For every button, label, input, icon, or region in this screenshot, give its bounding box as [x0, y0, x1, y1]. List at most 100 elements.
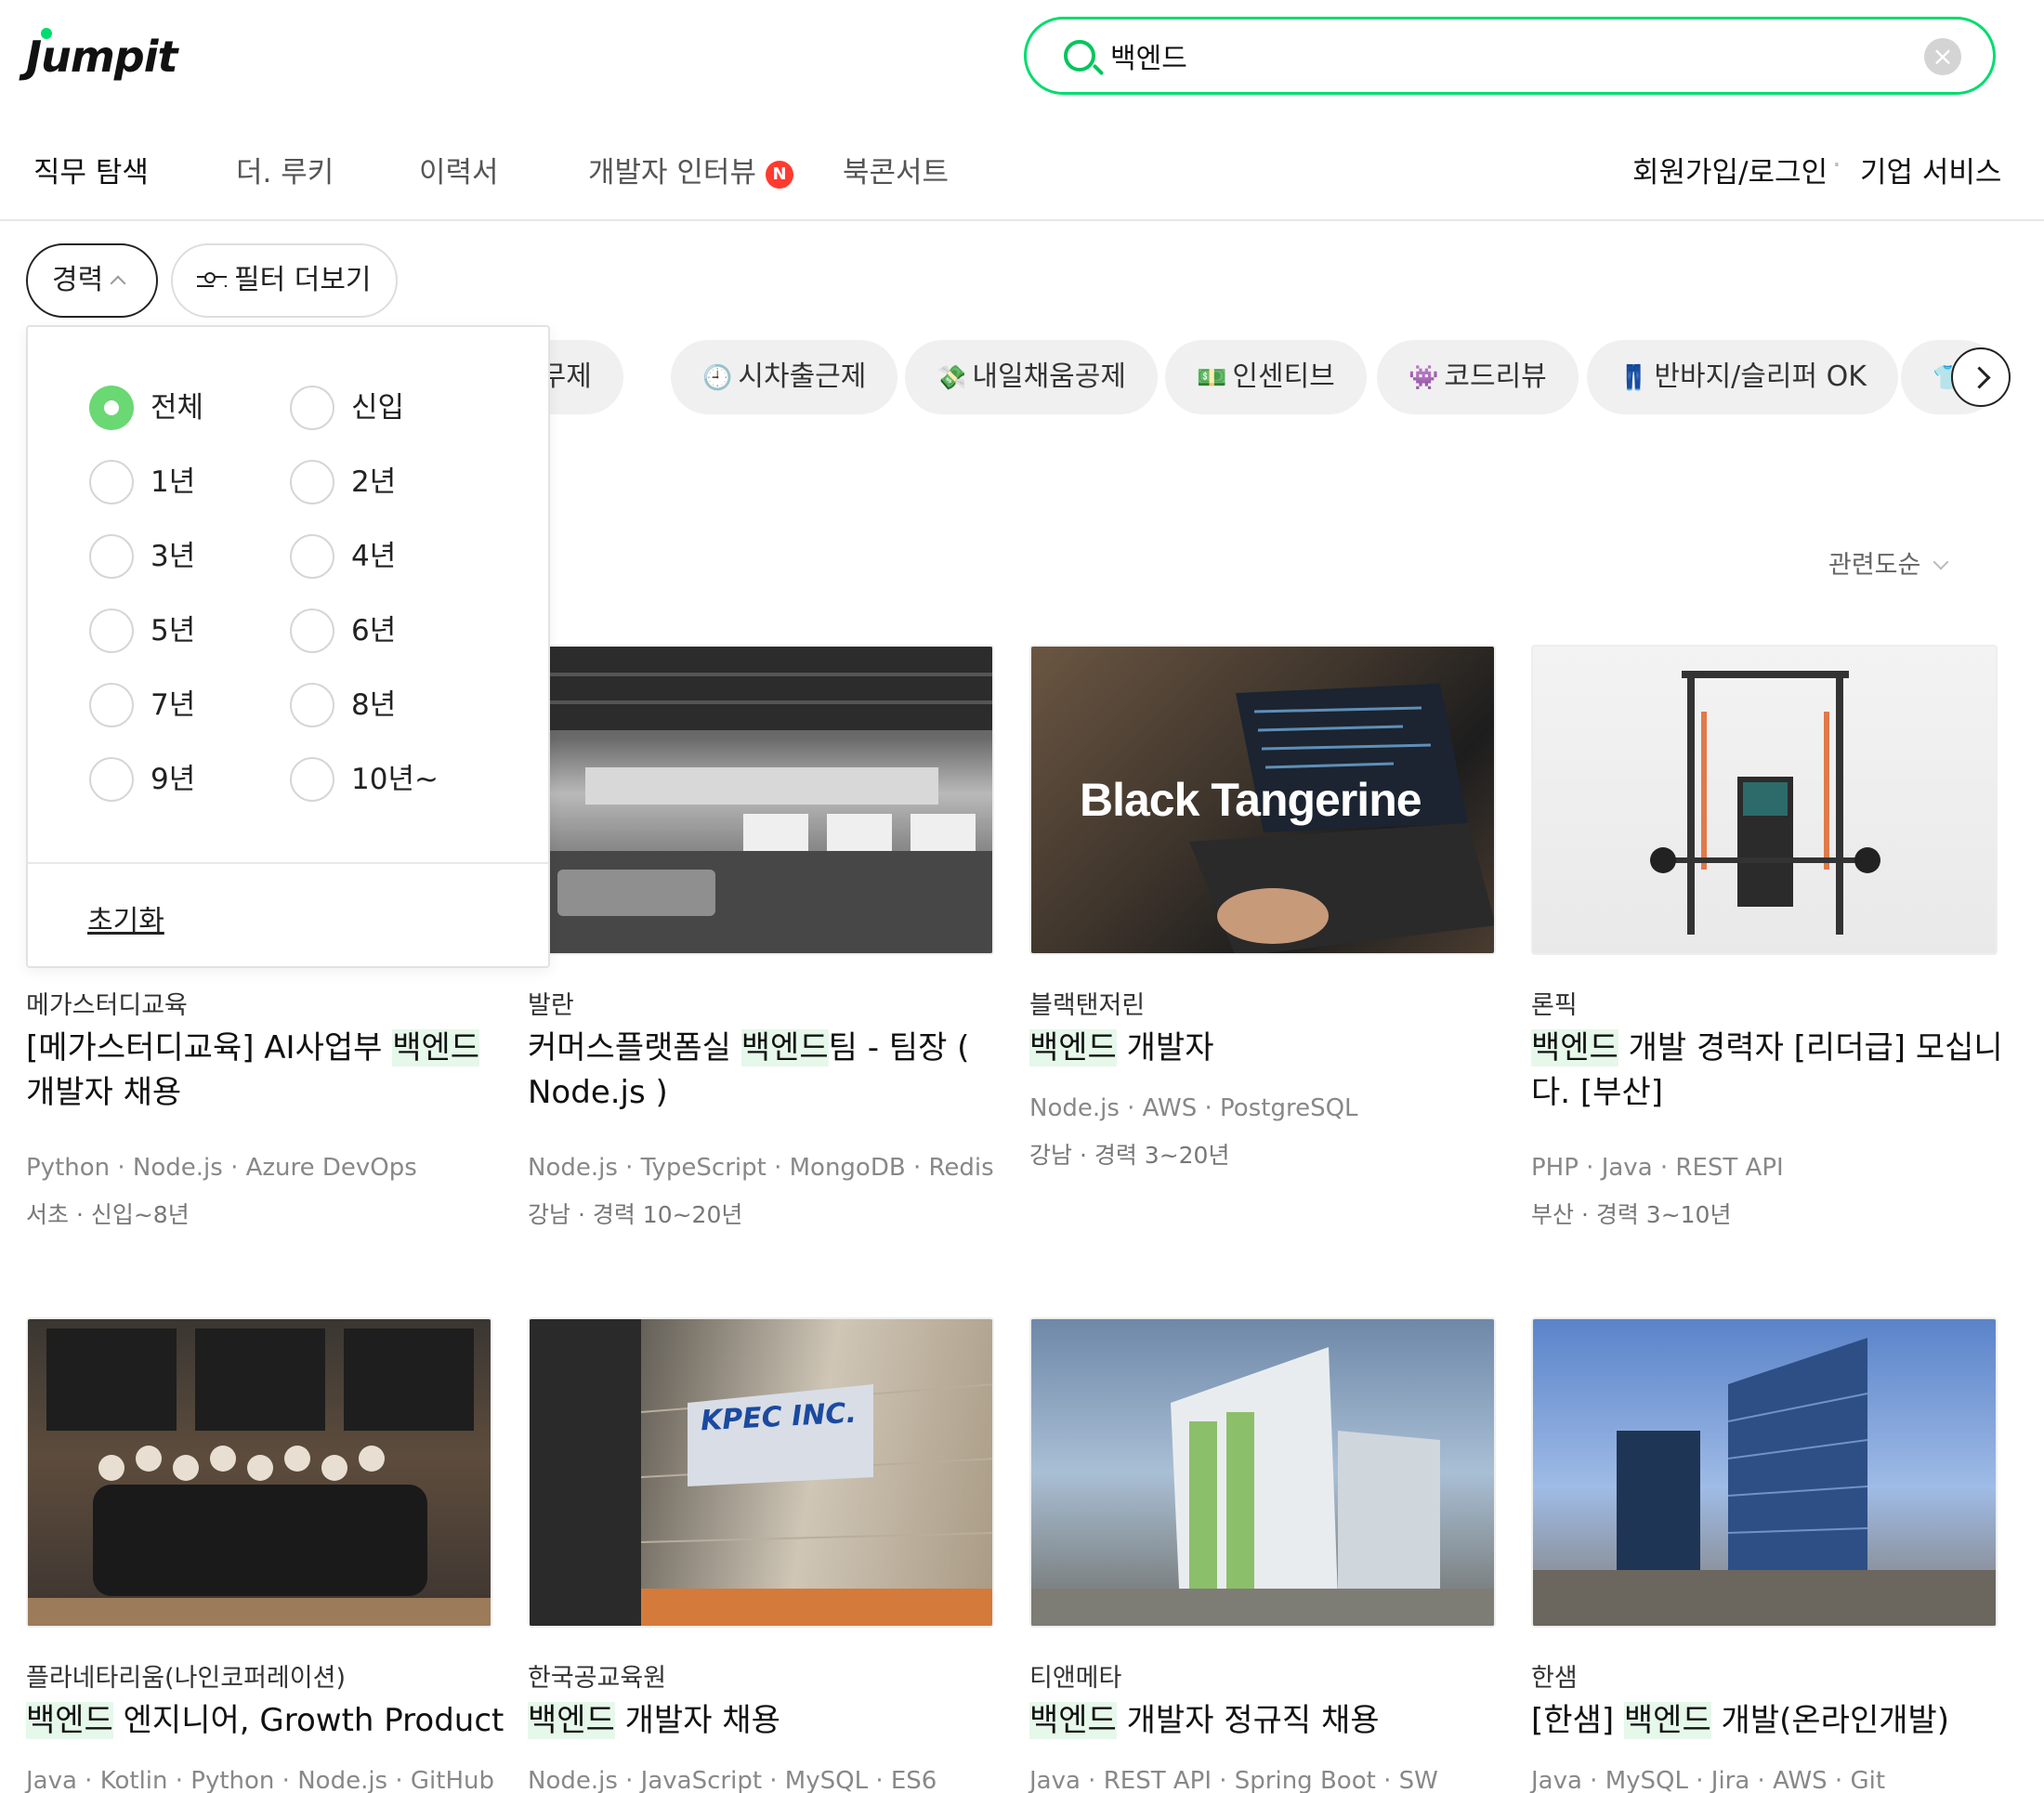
- chevron-down-icon: [1933, 554, 1949, 570]
- company-name: 블랙탠저린: [1029, 991, 1146, 1020]
- business-service-link[interactable]: 기업 서비스: [1860, 149, 2001, 190]
- dollar-icon: 💵: [1197, 364, 1227, 392]
- career-filter-button[interactable]: 경력: [26, 243, 158, 318]
- job-thumbnail: Black Tangerine: [1029, 645, 1496, 955]
- career-filter-label: 경력: [52, 264, 104, 296]
- radio-button[interactable]: [89, 534, 134, 579]
- job-title[interactable]: [메가스터디교육] AI사업부 백엔드 개발자 채용: [26, 1026, 509, 1115]
- tech-stack: Java · REST API · Spring Boot · SW: [1029, 1767, 1438, 1793]
- job-title[interactable]: 백엔드 개발 경력자 [리더급] 모십니다. [부산]: [1531, 1026, 2014, 1115]
- job-title[interactable]: 백엔드 개발자 채용: [528, 1698, 1011, 1743]
- money-wings-icon: 💸: [937, 364, 967, 392]
- radio-button[interactable]: [89, 609, 134, 653]
- location-career: 서초 · 신입~8년: [26, 1201, 190, 1228]
- company-name: 한샘: [1531, 1664, 1578, 1693]
- company-name: 발란: [528, 991, 574, 1020]
- radio-button[interactable]: [290, 534, 334, 579]
- reset-button[interactable]: 초기화: [87, 897, 164, 938]
- radio-button[interactable]: [290, 386, 334, 430]
- team-photo-image: [28, 1328, 491, 1626]
- sort-select[interactable]: 관련도순: [1828, 544, 1949, 581]
- option-label: 10년~: [351, 763, 439, 796]
- nav-book-concert[interactable]: 북콘서트: [843, 149, 949, 190]
- option-label: 2년: [351, 465, 397, 499]
- alien-monster-icon: 👾: [1409, 364, 1439, 392]
- tag-youth-savings[interactable]: 💸 내일채움공제: [905, 340, 1158, 414]
- tag-label: 내일채움공제: [972, 360, 1126, 393]
- sort-label: 관련도순: [1828, 551, 1921, 580]
- jeans-icon: 👖: [1618, 364, 1649, 392]
- gym-machine-image: [1650, 671, 1880, 935]
- job-title[interactable]: 백엔드 개발자 정규직 채용: [1029, 1698, 1513, 1743]
- job-title[interactable]: 커머스플랫폼실 백엔드팀 - 팀장 ( Node.js ): [528, 1026, 1011, 1115]
- radio-button[interactable]: [290, 683, 334, 727]
- tech-stack: Node.js · AWS · PostgreSQL: [1029, 1094, 1358, 1122]
- tech-stack: PHP · Java · REST API: [1531, 1154, 1784, 1182]
- filter-icon: [197, 271, 227, 291]
- option-label: 4년: [351, 540, 397, 573]
- company-name: 플라네타리움(나인코퍼레이션): [26, 1664, 346, 1693]
- clock-icon: 🕘: [702, 364, 733, 392]
- logo[interactable]: Jumpit: [26, 32, 177, 82]
- divider: [28, 862, 548, 864]
- tech-stack: Node.js · JavaScript · MySQL · ES6: [528, 1767, 937, 1793]
- chevron-right-icon[interactable]: [1951, 347, 2011, 407]
- skyscraper-image: [1533, 1338, 1996, 1626]
- tag-code-review[interactable]: 👾 코드리뷰: [1377, 340, 1579, 414]
- nav-dev-interview[interactable]: 개발자 인터뷰 N: [588, 149, 793, 190]
- company-name: 메가스터디교육: [26, 991, 188, 1020]
- tag-carousel: 근무제 🕘 시차출근제 💸 내일채움공제 💵 인센티브 👾 코드리뷰 👖 반바지/슬리퍼 …: [520, 340, 2016, 416]
- chevron-up-icon: [110, 275, 126, 292]
- job-thumbnail: [26, 1317, 492, 1628]
- job-title[interactable]: 백엔드 엔지니어, Growth Product: [26, 1698, 509, 1743]
- option-label: 3년: [151, 540, 196, 573]
- tech-stack: Java · MySQL · Jira · AWS · Git: [1531, 1767, 1886, 1793]
- option-label: 전체: [151, 391, 204, 425]
- radio-button[interactable]: [89, 460, 134, 504]
- radio-button[interactable]: [89, 386, 134, 430]
- tech-stack: Java · Kotlin · Python · Node.js · GitHu…: [26, 1767, 494, 1793]
- job-thumbnail: [528, 645, 994, 955]
- building-image: [1031, 1347, 1494, 1626]
- tag-label: 인센티브: [1232, 360, 1335, 393]
- company-name: 한국공교육원: [528, 1664, 667, 1693]
- tag-label: 코드리뷰: [1444, 360, 1547, 393]
- more-filter-button[interactable]: 필터 더보기: [171, 243, 398, 318]
- option-label: 5년: [151, 614, 196, 648]
- nav-the-rookie[interactable]: 더. 루키: [236, 149, 334, 190]
- tag-incentive[interactable]: 💵 인센티브: [1165, 340, 1367, 414]
- nav-job-search[interactable]: 직무 탐색: [33, 149, 149, 190]
- location-career: 강남 · 경력 3~20년: [1029, 1142, 1230, 1169]
- signup-login-link[interactable]: 회원가입/로그인: [1632, 149, 1828, 190]
- tech-stack: Node.js · TypeScript · MongoDB · Redis: [528, 1154, 994, 1182]
- thumbnail-brand-text: Black Tangerine: [1080, 774, 1422, 826]
- tech-stack: Python · Node.js · Azure DevOps: [26, 1154, 417, 1182]
- radio-button[interactable]: [89, 683, 134, 727]
- option-label: 9년: [151, 763, 196, 796]
- radio-button[interactable]: [89, 757, 134, 802]
- clear-icon[interactable]: ×: [1924, 38, 1961, 75]
- search-bar[interactable]: ×: [1024, 17, 1996, 95]
- tag-flexible-hours[interactable]: 🕘 시차출근제: [671, 340, 898, 414]
- company-name: 론픽: [1531, 991, 1578, 1020]
- tag-label: 반바지/슬리퍼 OK: [1654, 360, 1867, 393]
- option-label: 1년: [151, 465, 196, 499]
- job-thumbnail: [1531, 645, 1998, 955]
- job-title[interactable]: [한샘] 백엔드 개발(온라인개발): [1531, 1698, 2014, 1743]
- search-input[interactable]: [1110, 34, 1900, 77]
- radio-button[interactable]: [290, 460, 334, 504]
- option-label: 7년: [151, 688, 196, 722]
- location-career: 강남 · 경력 10~20년: [528, 1201, 743, 1228]
- more-filter-label: 필터 더보기: [234, 264, 372, 296]
- tag-shorts-slippers[interactable]: 👖 반바지/슬리퍼 OK: [1587, 340, 1898, 414]
- radio-button[interactable]: [290, 757, 334, 802]
- main-nav: 직무 탐색 더. 루키 이력서 개발자 인터뷰 N 북콘서트 회원가입/로그인 ·…: [0, 139, 2044, 195]
- radio-button[interactable]: [290, 609, 334, 653]
- job-thumbnail: [1531, 1317, 1998, 1628]
- nav-resume[interactable]: 이력서: [419, 149, 499, 190]
- office-image: [530, 647, 992, 953]
- job-title[interactable]: 백엔드 개발자: [1029, 1026, 1513, 1070]
- option-label: 8년: [351, 688, 397, 722]
- new-badge: N: [765, 160, 793, 189]
- search-icon: [1064, 40, 1095, 72]
